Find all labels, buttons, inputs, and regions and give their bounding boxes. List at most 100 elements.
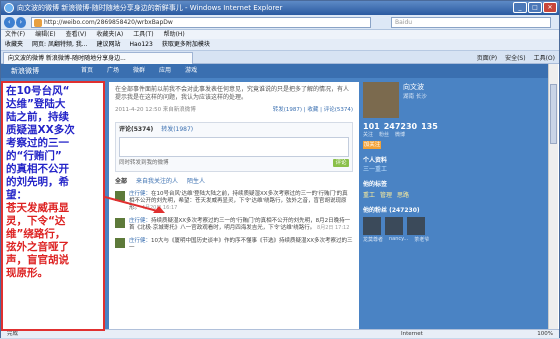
nav-games[interactable]: 游戏 bbox=[185, 64, 197, 78]
minimize-button[interactable]: _ bbox=[513, 2, 527, 13]
annotation-overlay: 在10号台风“ 达维”登陆大 陆之前，持续 质疑温XX多次 考察过的三一 的“行… bbox=[1, 81, 105, 331]
comment-textarea[interactable] bbox=[119, 137, 349, 157]
fan-avatars bbox=[363, 217, 543, 235]
url-field[interactable]: http://weibo.com/2869858420/wrbxBapDw bbox=[31, 17, 371, 28]
nav-apps[interactable]: 应用 bbox=[159, 64, 171, 78]
avatar[interactable] bbox=[115, 218, 125, 228]
comment-time: 8月2日 17:12 bbox=[317, 225, 350, 231]
menu-view[interactable]: 查看(V) bbox=[66, 30, 87, 39]
company-link[interactable]: 三一重工 bbox=[363, 164, 543, 173]
profile-avatar[interactable] bbox=[363, 82, 399, 118]
post-meta: 2011-4-20 12:50 来自新浪微博 转发(1987) | 收藏 | 评… bbox=[115, 106, 353, 114]
tab-comments[interactable]: 评论(5374) bbox=[119, 126, 153, 134]
search-input[interactable]: Baidu bbox=[391, 17, 551, 28]
tag[interactable]: 重工 bbox=[363, 190, 375, 199]
follow-button[interactable]: 加关注 bbox=[363, 141, 381, 149]
menu-tools[interactable]: 工具(T) bbox=[133, 30, 153, 39]
nav-groups[interactable]: 微群 bbox=[133, 64, 145, 78]
back-icon[interactable]: ‹ bbox=[4, 17, 15, 28]
fans-title: 他的粉丝 (247230) bbox=[363, 207, 420, 214]
scroll-thumb[interactable] bbox=[550, 84, 557, 144]
stat-posts[interactable]: 135 bbox=[421, 122, 438, 131]
tab-forwards[interactable]: 转发(1987) bbox=[161, 126, 193, 134]
profile-location: 湖南 长沙 bbox=[403, 94, 427, 100]
favorite-link-4[interactable]: 获取更多附加模块 bbox=[162, 39, 210, 50]
annotation-line: 达维”登陆大 bbox=[6, 98, 66, 110]
comment-user[interactable]: 庄行健： bbox=[129, 238, 151, 244]
post-actions[interactable]: 转发(1987) | 收藏 | 评论(5374) bbox=[273, 106, 353, 114]
annotation-highlight: 维”绕路行， bbox=[6, 228, 66, 240]
also-forward-checkbox[interactable]: 同时转发到我的微博 bbox=[119, 159, 169, 167]
profile-fans: 他的粉丝 (247230) 龙莫尊者 nancy... 茶老爷 bbox=[363, 205, 543, 243]
title-bar: 向文波的微博 新浪微博-随时随地分享身边的新鲜事儿 - Windows Inte… bbox=[1, 1, 559, 15]
comment-footer: 同时转发到我的微博 评论 bbox=[119, 159, 349, 167]
stat-followers[interactable]: 247230 bbox=[384, 122, 417, 131]
close-button[interactable]: ✕ bbox=[543, 2, 557, 13]
site-icon bbox=[34, 19, 42, 27]
profile-name[interactable]: 向文波 bbox=[403, 83, 424, 91]
tab-weibo[interactable]: 向文波的微博 新浪微博-随时随地分享身边... bbox=[3, 52, 193, 64]
profile-sidebar: 向文波湖南 长沙 101 247230 135 关注 粉丝 微博 加关注 个人资… bbox=[363, 82, 543, 329]
profile-stat-labels: 关注 粉丝 微博 bbox=[363, 131, 543, 138]
avatar[interactable] bbox=[115, 238, 125, 248]
command-bar: 页面(P) 安全(S) 工具(O) bbox=[477, 53, 555, 62]
fan-avatar[interactable] bbox=[385, 217, 403, 235]
comment-filters: 全部 来自我关注的人 陌生人 bbox=[115, 178, 353, 186]
maximize-button[interactable]: □ bbox=[528, 2, 542, 13]
tag[interactable]: 思路 bbox=[397, 190, 409, 199]
menu-file[interactable]: 文件(F) bbox=[5, 30, 25, 39]
fan-avatar[interactable] bbox=[363, 217, 381, 235]
nav-home[interactable]: 首页 bbox=[81, 64, 93, 78]
filter-following[interactable]: 来自我关注的人 bbox=[136, 178, 178, 186]
annotation-highlight: 弦外之音哑了 bbox=[6, 241, 69, 253]
favorites-button[interactable]: 收藏夹 bbox=[5, 39, 23, 50]
annotation-line: 质疑温XX多次 bbox=[6, 124, 75, 136]
stat-label: 粉丝 bbox=[379, 132, 390, 138]
site-nav: 首页 广场 微群 应用 游戏 bbox=[1, 64, 549, 78]
menu-bar: 文件(F) 编辑(E) 查看(V) 收藏夹(A) 工具(T) 帮助(H) bbox=[1, 30, 559, 39]
tools-menu[interactable]: 工具(O) bbox=[534, 53, 555, 62]
favorite-link-2[interactable]: 建议网站 bbox=[96, 39, 120, 50]
list-item: 庄行健：10大与《厦明中国历史谈丰》作的序不懂事《节选》持续质疑湿XX多次考察过… bbox=[115, 238, 353, 252]
favorite-link-3[interactable]: Hao123 bbox=[130, 39, 153, 50]
fan-avatar[interactable] bbox=[407, 217, 425, 235]
submit-comment-button[interactable]: 评论 bbox=[333, 159, 349, 167]
profile-header: 向文波 湖南 长沙 bbox=[363, 82, 543, 118]
info-title: 个人资料 bbox=[363, 157, 388, 164]
filter-strangers[interactable]: 陌生人 bbox=[187, 178, 205, 186]
nav-square[interactable]: 广场 bbox=[107, 64, 119, 78]
site-logo[interactable]: 新浪微博 bbox=[11, 66, 39, 76]
comment-user[interactable]: 庄行健： bbox=[129, 218, 151, 224]
menu-help[interactable]: 帮助(H) bbox=[164, 30, 185, 39]
fan-name[interactable]: 茶老爷 bbox=[414, 236, 429, 243]
filter-all[interactable]: 全部 bbox=[115, 178, 127, 186]
ie-icon bbox=[4, 3, 14, 13]
window-controls: _ □ ✕ bbox=[513, 2, 557, 13]
favorites-bar: 收藏夹 网页: 凤翻特频, 我... 建议网站 Hao123 获取更多附加模块 bbox=[1, 39, 559, 51]
profile-name-block: 向文波 湖南 长沙 bbox=[403, 82, 427, 118]
fan-name[interactable]: nancy... bbox=[389, 236, 408, 243]
tag[interactable]: 管理 bbox=[380, 190, 392, 199]
annotation-highlight: 灵，下令“达 bbox=[6, 215, 66, 227]
annotation-line: 陆之前，持续 bbox=[6, 111, 69, 123]
forward-icon[interactable]: › bbox=[15, 17, 26, 28]
menu-edit[interactable]: 编辑(E) bbox=[35, 30, 55, 39]
comment-body: 庄行健：持续质疑湿XX多次考察过的三一的'行贿门'的真相不公开的刘先明，8月2日… bbox=[129, 218, 353, 232]
profile-stats: 101 247230 135 bbox=[363, 122, 543, 131]
annotation-arrow-icon bbox=[104, 196, 165, 213]
vertical-scrollbar[interactable] bbox=[548, 64, 558, 329]
annotation-highlight: 现原形。 bbox=[6, 267, 48, 279]
menu-favorites[interactable]: 收藏夹(A) bbox=[96, 30, 123, 39]
comment-text: 10大与《厦明中国历史谈丰》作的序不懂事《节选》持续质疑湿XX多次考察过的三一 bbox=[129, 238, 353, 251]
window-title: 向文波的微博 新浪微博-随时随地分享身边的新鲜事儿 - Windows Inte… bbox=[17, 4, 283, 12]
favorite-link-1[interactable]: 网页: 凤翻特频, 我... bbox=[32, 39, 87, 50]
nav-buttons: ‹ › bbox=[4, 17, 26, 28]
post-time: 2011-4-20 12:50 来自新浪微博 bbox=[115, 107, 196, 113]
stat-following[interactable]: 101 bbox=[363, 122, 380, 131]
fan-name[interactable]: 龙莫尊者 bbox=[363, 236, 383, 243]
safety-menu[interactable]: 安全(S) bbox=[505, 53, 526, 62]
tab-bar: 向文波的微博 新浪微博-随时随地分享身边... 页面(P) 安全(S) 工具(O… bbox=[1, 51, 559, 64]
page-menu[interactable]: 页面(P) bbox=[477, 53, 497, 62]
tag-list: 重工 管理 思路 bbox=[363, 190, 543, 199]
tags-title: 他的标签 bbox=[363, 181, 388, 188]
